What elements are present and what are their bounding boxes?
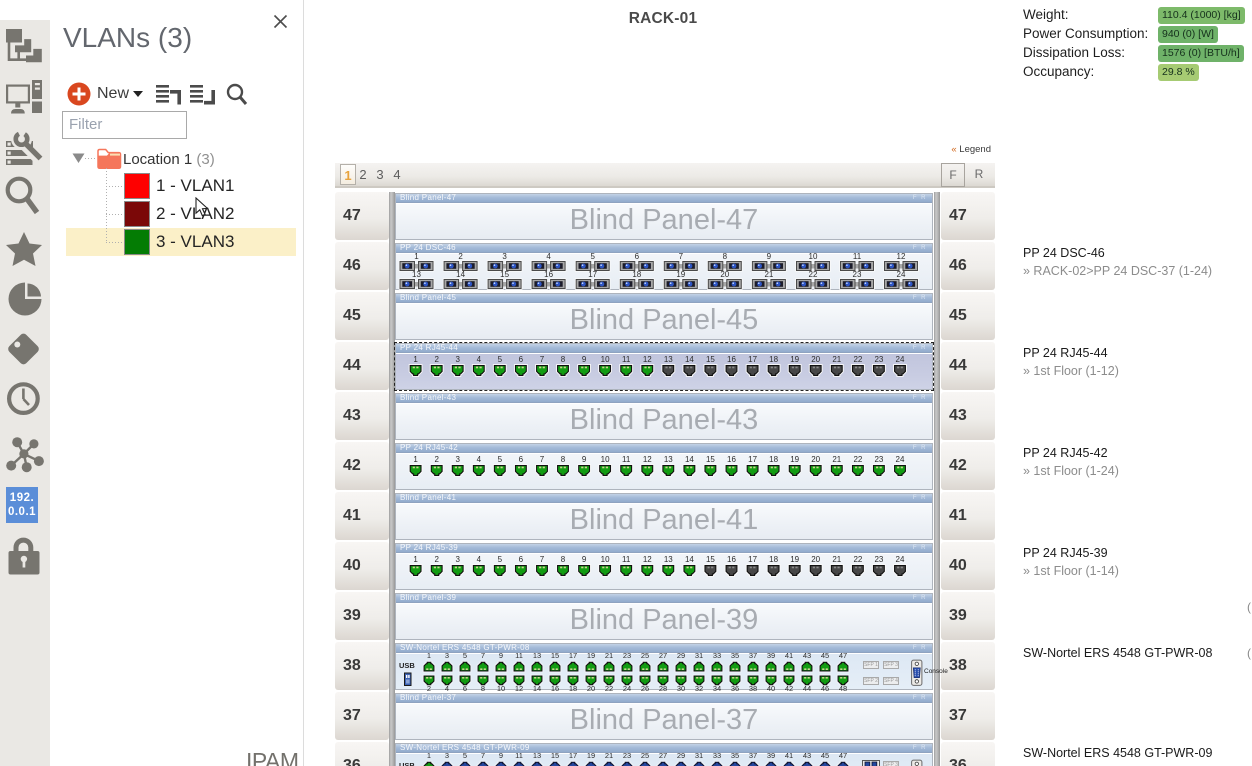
svg-text:192.: 192. [10,492,34,504]
svg-text:0.0.1: 0.0.1 [8,506,36,518]
